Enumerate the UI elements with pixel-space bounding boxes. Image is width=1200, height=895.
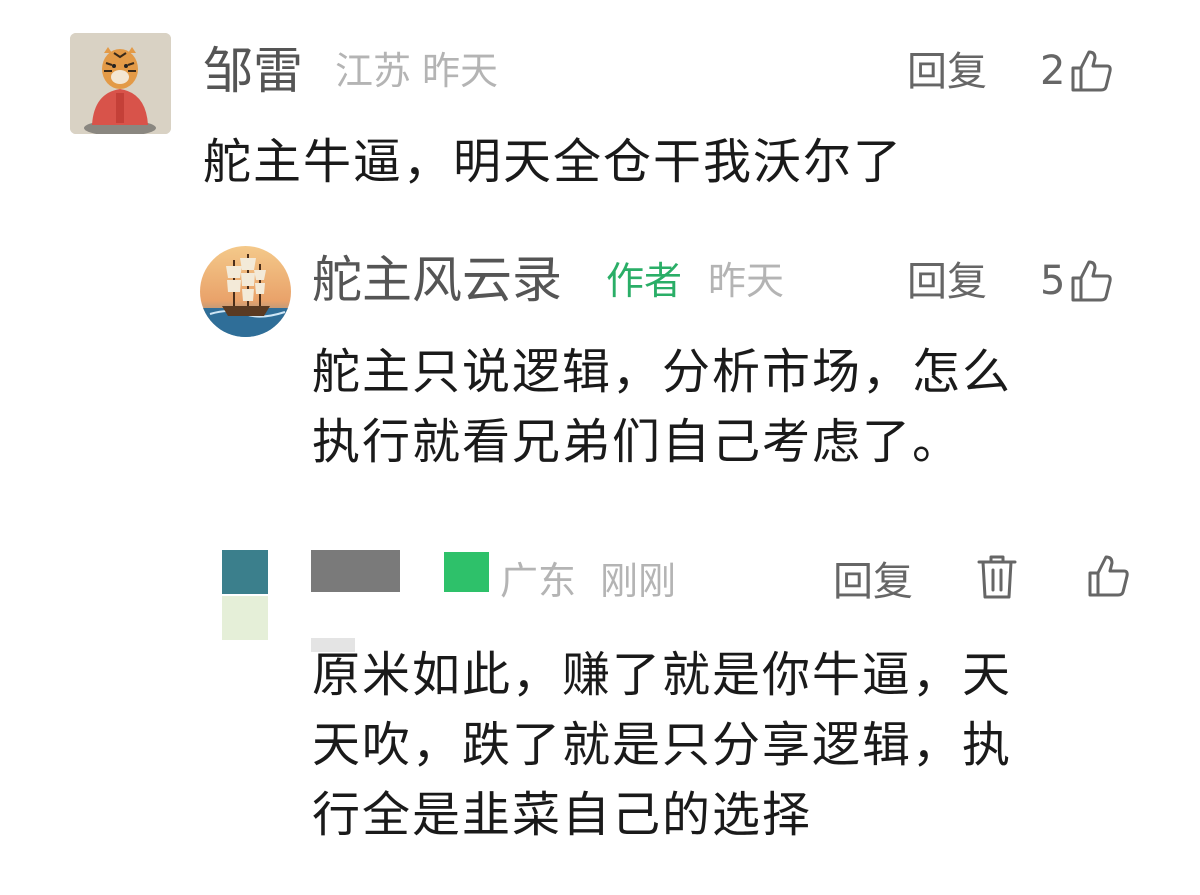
sailing-ship-icon [200, 246, 291, 337]
user-avatar-ship[interactable] [200, 246, 291, 337]
comment-location: 江苏 [335, 49, 412, 93]
user-avatar-tiger[interactable] [70, 33, 171, 134]
reply-button[interactable]: 回复 [833, 562, 913, 602]
redacted-badge [444, 552, 489, 592]
comment-time: 昨天 [422, 49, 499, 93]
comment-text-line: 天吹，跌了就是只分享逻辑，执 [312, 717, 1013, 773]
comment-author-name[interactable]: 舵主风云录 [312, 255, 562, 305]
comment-text-line: 执行就看兄弟们自己考虑了。 [312, 414, 963, 470]
comment-text: 原米如此，赚了就是你牛逼，天 天吹，跌了就是只分享逻辑，执 行全是韭菜自己的选择 [312, 640, 1012, 850]
redacted-username [311, 550, 400, 592]
comment-thread: 邹雷 江苏 昨天 回复 2 舵主牛逼，明天全仓干我沃尔了 舵主风云录 作者 昨天… [0, 0, 1200, 895]
like-button[interactable]: 5 [1040, 258, 1113, 304]
like-count: 5 [1040, 258, 1066, 304]
comment-location: 广东 [500, 559, 577, 603]
thumbs-up-icon [1069, 258, 1113, 304]
reply-button[interactable]: 回复 [907, 262, 987, 302]
like-button[interactable]: 2 [1040, 48, 1113, 94]
tiger-portrait-icon [70, 33, 171, 134]
comment-text-line: 舵主只说逻辑，分析市场，怎么 [312, 344, 1013, 400]
thumbs-up-icon [1069, 48, 1113, 94]
comment-text: 舵主牛逼，明天全仓干我沃尔了 [203, 134, 904, 190]
author-badge: 作者 [606, 259, 683, 303]
trash-icon[interactable] [975, 552, 1019, 602]
comment-time: 刚刚 [600, 559, 677, 603]
comment-text-line: 原米如此，赚了就是你牛逼，天 [312, 647, 1013, 703]
comment-author-name[interactable]: 邹雷 [203, 46, 303, 96]
like-count: 2 [1040, 48, 1066, 94]
comment-text: 舵主只说逻辑，分析市场，怎么 执行就看兄弟们自己考虑了。 [312, 337, 1012, 477]
like-button[interactable] [1082, 553, 1130, 599]
comment-text-line: 行全是韭菜自己的选择 [312, 787, 813, 843]
pixelated-avatar-icon [222, 550, 268, 640]
reply-button[interactable]: 回复 [907, 52, 987, 92]
user-avatar-pixelated[interactable] [222, 550, 268, 640]
thumbs-up-icon [1086, 553, 1130, 599]
comment-time: 昨天 [708, 259, 785, 303]
